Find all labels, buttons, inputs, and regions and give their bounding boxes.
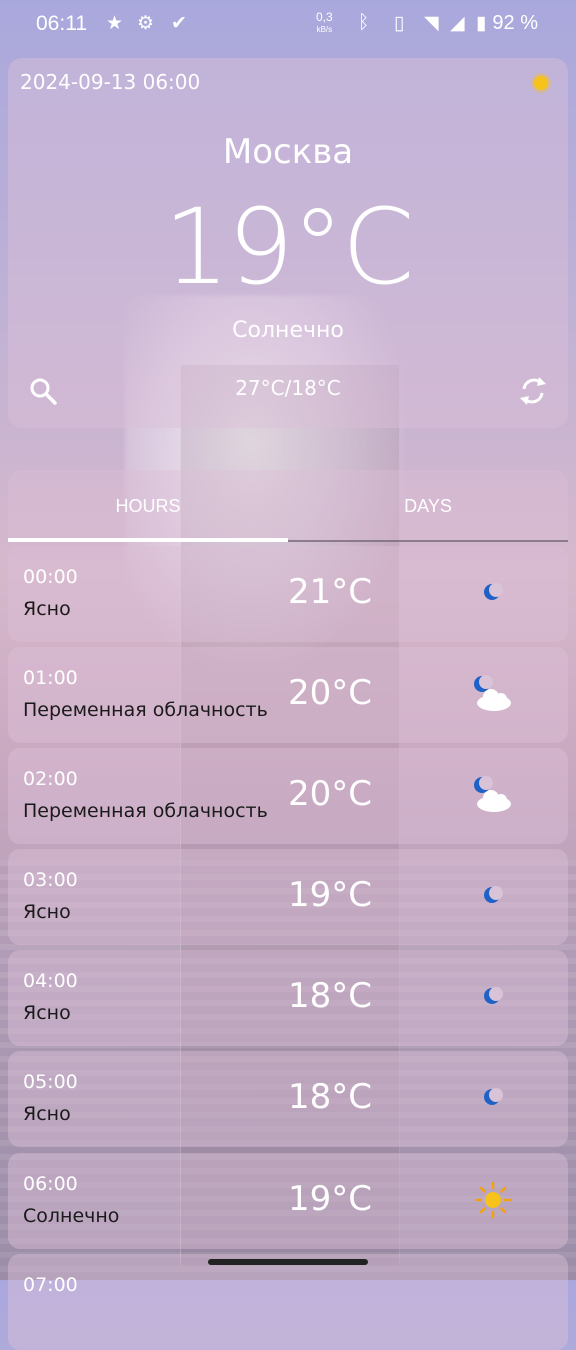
hour-description: Переменная облачность — [23, 800, 268, 822]
bluetooth-icon: ᛒ — [358, 12, 370, 33]
navigation-handle[interactable] — [208, 1259, 368, 1265]
hour-time: 03:00 — [23, 869, 78, 891]
hour-temperature: 20°C — [288, 673, 373, 713]
current-condition: Солнечно — [232, 318, 344, 343]
hour-description: Солнечно — [23, 1205, 120, 1227]
hour-time: 05:00 — [23, 1071, 78, 1093]
hour-temperature: 19°C — [288, 1179, 373, 1219]
hour-row[interactable]: 03:00 Ясно 19°C — [8, 849, 568, 945]
hour-row[interactable]: 04:00 Ясно 18°C — [8, 950, 568, 1046]
hour-row[interactable]: 00:00 Ясно 21°C — [8, 546, 568, 642]
hour-time: 01:00 — [23, 667, 78, 689]
current-weather-card: 2024-09-13 06:00 Москва 19°C Солнечно 27… — [8, 58, 568, 428]
hour-row[interactable]: 01:00 Переменная облачность 20°C — [8, 647, 568, 743]
hour-description: Ясно — [23, 901, 71, 923]
hour-temperature: 21°C — [288, 572, 373, 612]
network-speed-value: 0,3 — [316, 10, 333, 24]
moon-icon — [470, 570, 516, 616]
hour-temperature: 18°C — [288, 1077, 373, 1117]
status-time: 06:11 — [36, 12, 87, 35]
sun-icon — [534, 76, 548, 90]
sun-icon — [470, 1177, 516, 1223]
hour-description: Ясно — [23, 598, 71, 620]
min-max-temperature: 27°C/18°C — [235, 376, 341, 400]
hour-row[interactable]: 05:00 Ясно 18°C — [8, 1051, 568, 1147]
battery-percent: 92 % — [492, 12, 538, 34]
hour-row[interactable]: 02:00 Переменная облачность 20°C — [8, 748, 568, 844]
hour-row[interactable]: 06:00 Солнечно 19°C — [8, 1153, 568, 1249]
moon-cloud-icon — [470, 772, 516, 818]
hour-description: Переменная облачность — [23, 699, 268, 721]
refresh-icon — [520, 377, 546, 405]
hour-time: 07:00 — [23, 1274, 78, 1296]
network-speed: 0,3 kB/s — [316, 10, 333, 35]
signal-icon: ◢ — [450, 13, 465, 34]
vibrate-icon: ▯ — [394, 13, 405, 34]
refresh-button[interactable] — [518, 374, 548, 408]
network-speed-unit: kB/s — [316, 25, 333, 34]
hour-time: 04:00 — [23, 970, 78, 992]
moon-icon — [470, 974, 516, 1020]
tab-hours[interactable]: HOURS — [8, 496, 288, 517]
status-bar: 06:11 ★ ⚙ ✔ 0,3 kB/s ᛒ ▯ ◥ ◢ ▮ 92 % — [0, 0, 576, 50]
current-datetime: 2024-09-13 06:00 — [20, 70, 201, 94]
hour-temperature: 19°C — [288, 875, 373, 915]
hour-time: 00:00 — [23, 566, 78, 588]
moon-icon — [470, 873, 516, 919]
wifi-icon: ◥ — [424, 13, 439, 34]
battery-icon: ▮ — [476, 13, 487, 34]
hour-temperature: 20°C — [288, 774, 373, 814]
city-name: Москва — [222, 132, 354, 172]
tab-days[interactable]: DAYS — [288, 496, 568, 517]
forecast-tabs: HOURS DAYS — [8, 470, 568, 542]
moon-cloud-icon — [470, 671, 516, 717]
current-temperature: 19°C — [163, 186, 415, 308]
hour-time: 02:00 — [23, 768, 78, 790]
gear-icon: ⚙ — [137, 13, 155, 34]
hour-time: 06:00 — [23, 1173, 78, 1195]
moon-icon — [470, 1075, 516, 1121]
hour-row[interactable]: 07:00 — [8, 1254, 568, 1350]
hour-description: Ясно — [23, 1002, 71, 1024]
hour-description: Ясно — [23, 1103, 71, 1125]
checkmark-icon: ✔ — [171, 13, 187, 34]
hour-temperature: 18°C — [288, 976, 373, 1016]
tab-indicator — [8, 538, 288, 542]
star-icon: ★ — [106, 13, 124, 34]
